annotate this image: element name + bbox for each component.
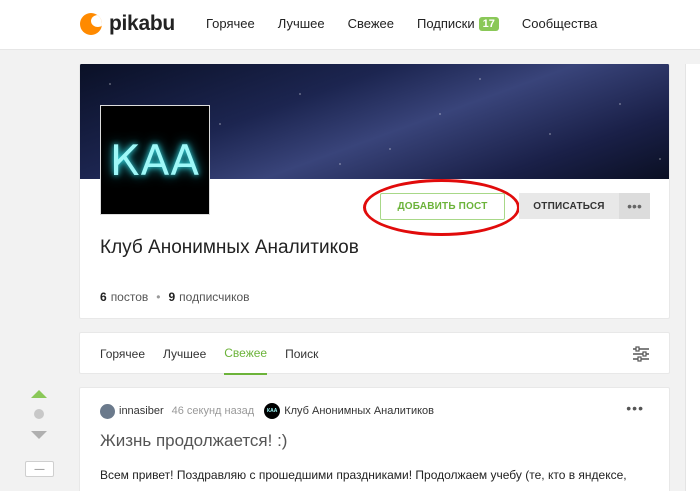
nav-best-label: Лучшее bbox=[277, 16, 325, 31]
community-avatar-text: КАА bbox=[109, 135, 201, 185]
logo-text: pikabu bbox=[109, 12, 175, 35]
nav-communities-label: Сообщества bbox=[521, 16, 598, 31]
pikabu-logo[interactable]: pikabu bbox=[80, 10, 175, 38]
post-header: innasiber 46 секунд назад КАА Клуб Анони… bbox=[100, 403, 434, 419]
highlight-ring bbox=[363, 179, 520, 236]
community-more-button[interactable]: ••• bbox=[619, 193, 650, 219]
subscribers-label: подписчиков bbox=[179, 290, 250, 304]
community-stats: 6 постов • 9 подписчиков bbox=[100, 290, 250, 304]
community-header-card: КАА ДОБАВИТЬ ПОСТ ОТПИСАТЬСЯ ••• Клуб Ан… bbox=[79, 64, 670, 319]
post-author[interactable]: innasiber bbox=[119, 405, 164, 417]
nav-subscriptions-label: Подписки bbox=[417, 16, 475, 31]
post-text: Всем привет! Поздравляю с прошедшими пра… bbox=[100, 468, 627, 482]
nav-best[interactable]: Лучшее bbox=[278, 16, 325, 31]
tab-fresh[interactable]: Свежее bbox=[224, 333, 268, 375]
subscribers-count: 9 bbox=[168, 290, 176, 304]
post-card: innasiber 46 секунд назад КАА Клуб Анони… bbox=[79, 387, 670, 491]
nav-fresh[interactable]: Свежее bbox=[348, 16, 394, 31]
posts-label: постов bbox=[110, 290, 149, 304]
posts-count: 6 bbox=[100, 290, 107, 304]
feed-tabs: Горячее Лучшее Свежее Поиск bbox=[100, 333, 336, 375]
tab-best[interactable]: Лучшее bbox=[163, 333, 206, 375]
nav-hot-label: Горячее bbox=[206, 16, 255, 31]
feed-tabs-card: Горячее Лучшее Свежее Поиск bbox=[79, 332, 670, 375]
unsubscribe-button[interactable]: ОТПИСАТЬСЯ bbox=[519, 193, 619, 219]
community-avatar: КАА bbox=[100, 105, 210, 215]
post-more-button[interactable]: ••• bbox=[626, 400, 644, 416]
right-sidebar-edge bbox=[685, 64, 700, 491]
nav-hot[interactable]: Горячее bbox=[206, 16, 255, 31]
author-avatar[interactable] bbox=[100, 403, 115, 419]
post-time: 46 секунд назад bbox=[171, 405, 255, 417]
community-small-avatar[interactable]: КАА bbox=[264, 403, 281, 419]
nav-communities[interactable]: Сообщества bbox=[522, 16, 598, 31]
upvote-arrow-icon[interactable] bbox=[31, 390, 47, 398]
community-title: Клуб Анонимных Аналитиков bbox=[100, 237, 359, 258]
top-navigation-bar: pikabu Горячее Лучшее Свежее Подписки 17 … bbox=[0, 0, 700, 50]
subscriptions-count-badge: 17 bbox=[478, 16, 499, 31]
rating-dot-icon bbox=[34, 409, 44, 419]
downvote-arrow-icon[interactable] bbox=[31, 431, 47, 439]
tab-search[interactable]: Поиск bbox=[285, 333, 318, 375]
filter-settings-icon[interactable] bbox=[632, 346, 650, 362]
post-title[interactable]: Жизнь продолжается! :) bbox=[100, 431, 287, 451]
nav-subscriptions[interactable]: Подписки 17 bbox=[417, 16, 499, 31]
collapse-post-button[interactable]: — bbox=[25, 461, 54, 477]
stats-separator: • bbox=[156, 290, 161, 304]
post-community-link[interactable]: Клуб Анонимных Аналитиков bbox=[284, 405, 434, 417]
nav-fresh-label: Свежее bbox=[347, 16, 394, 31]
tab-hot[interactable]: Горячее bbox=[100, 333, 145, 375]
main-nav: Горячее Лучшее Свежее Подписки 17 Сообщес… bbox=[206, 16, 620, 31]
pikabu-logo-icon bbox=[80, 13, 102, 35]
